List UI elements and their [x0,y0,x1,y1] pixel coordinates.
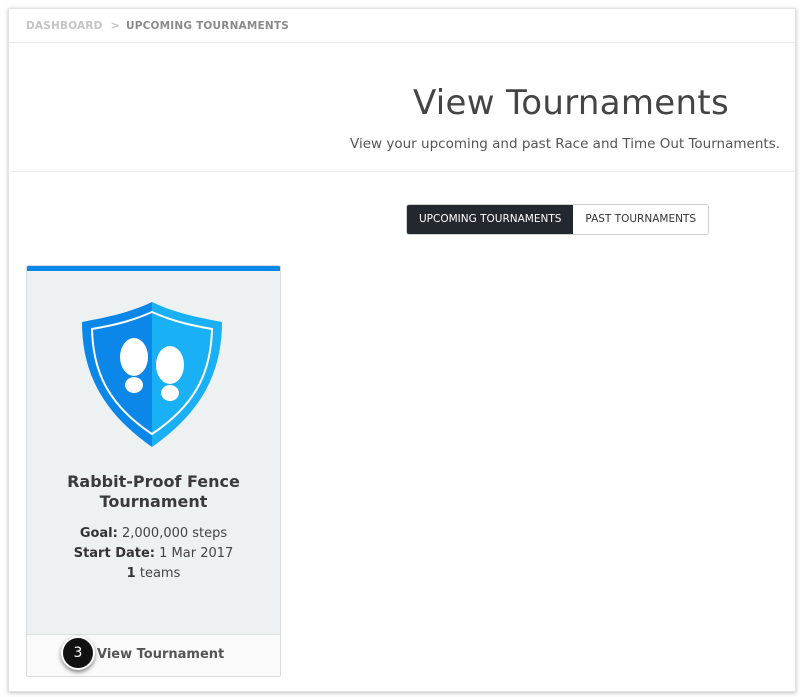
breadcrumb-current: UPCOMING TOURNAMENTS [126,19,290,32]
view-tournament-link[interactable]: View Tournament [97,647,224,662]
tournament-name: Rabbit-Proof Fence Tournament [67,472,240,511]
step-number-badge: 3 [61,636,95,670]
teams-count: 1 [126,566,136,581]
page-subtitle: View your upcoming and past Race and Tim… [350,136,780,152]
tournament-details: Goal: 2,000,000 steps Start Date: 1 Mar … [27,524,280,584]
divider [11,171,795,172]
goal-value: 2,000,000 steps [121,526,228,541]
divider [9,42,795,43]
tournament-start-date: Start Date: 1 Mar 2017 [27,544,280,564]
breadcrumb-separator-icon: > [110,19,120,32]
tab-upcoming-tournaments[interactable]: UPCOMING TOURNAMENTS [407,205,574,234]
shield-footprints-icon [82,302,222,447]
goal-label: Goal: [79,526,118,541]
tournament-card: Rabbit-Proof Fence Tournament Goal: 2,00… [26,265,281,677]
tournament-goal: Goal: 2,000,000 steps [27,524,280,544]
tournament-teams: 1 teams [27,564,280,584]
tab-past-tournaments[interactable]: PAST TOURNAMENTS [573,205,709,234]
start-date-label: Start Date: [73,546,155,561]
breadcrumb: DASHBOARD > UPCOMING TOURNAMENTS [26,19,289,32]
breadcrumb-dashboard-link[interactable]: DASHBOARD [26,20,103,32]
tournament-tabs: UPCOMING TOURNAMENTS PAST TOURNAMENTS [406,204,710,235]
app-frame: DASHBOARD > UPCOMING TOURNAMENTS View To… [8,8,796,692]
teams-label: teams [139,566,181,581]
page-title: View Tournaments [412,83,729,123]
card-accent-bar [27,266,280,271]
start-date-value: 1 Mar 2017 [159,546,234,561]
